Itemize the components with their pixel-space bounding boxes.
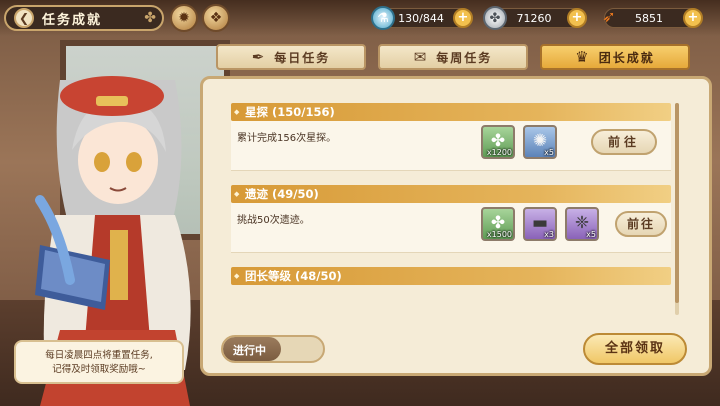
reward-count: x1200 [486, 148, 512, 157]
achievement-description: 挑战50次遗迹。 [237, 215, 310, 226]
add-carrots-button[interactable]: + [683, 8, 703, 28]
achievement-description: 累计完成156次星探。 [237, 133, 337, 144]
achievement-header-star-explore: 星探 (150/156) [231, 103, 671, 121]
page-title: 任务成就 [42, 12, 103, 28]
achievement-header-leader-level: 团长等级 (48/50) [231, 267, 671, 285]
carrot-icon: ➶ [602, 7, 616, 26]
tab-daily-tasks[interactable]: ✒ 每日任务 [216, 44, 366, 70]
tab-weekly-label: 每周任务 [436, 50, 493, 65]
coin-counter: ✤ 71260 + [483, 6, 587, 30]
tip-line-2: 记得及时领取奖励哦~ [52, 364, 146, 375]
achievement-row-ruins: 挑战50次遗迹。 ✤ x1500 ▬ x3 ❈ x5 前往 [231, 203, 671, 253]
add-coins-button[interactable]: + [567, 8, 587, 28]
reward-count: x3 [544, 230, 554, 239]
go-button[interactable]: 前往 [591, 129, 657, 155]
silver-coin-icon[interactable]: ✤ x1500 [481, 207, 515, 241]
title-plate: ❮ 任务成就 ✤ [4, 5, 164, 31]
reward-count: x5 [544, 148, 554, 157]
silver-clover-coin-icon: ✤ [483, 6, 507, 30]
scroll-icon: ✉ [413, 48, 429, 66]
back-arrow-icon[interactable]: ❮ [14, 8, 34, 28]
reward-count: x1500 [486, 230, 512, 239]
stone-tablet-icon[interactable]: ▬ x3 [523, 207, 557, 241]
top-bar: ❮ 任务成就 ✤ ✹ ❖ ⚗ 130/844 + ✤ 71260 + ➶ 585… [0, 0, 720, 36]
reward-count: x5 [586, 230, 596, 239]
scrollbar[interactable] [675, 103, 679, 315]
tab-leader-achievements[interactable]: ♛ 团长成就 [540, 44, 690, 70]
progress-filter-toggle[interactable]: 进行中 [221, 335, 325, 363]
tip-line-1: 每日凌晨四点将重置任务, [45, 350, 153, 361]
book-scroll-icon[interactable]: ❖ [202, 4, 230, 32]
achievement-header-ruins: 遗迹 (49/50) [231, 185, 671, 203]
trophy-cup-icon: ♛ [575, 48, 591, 66]
rainbow-crystal-icon[interactable]: ❈ x5 [565, 207, 599, 241]
carrot-counter: ➶ 5851 + [602, 7, 703, 28]
achievement-panel: 星探 (150/156) 累计完成156次星探。 ✤ x1200 ✺ x5 前往… [200, 76, 712, 376]
status-label: 进行中 [233, 344, 266, 357]
achievement-row-star-explore: 累计完成156次星探。 ✤ x1200 ✺ x5 前往 [231, 121, 671, 171]
compass-medal-icon[interactable]: ✹ [170, 4, 198, 32]
achievement-list[interactable]: 星探 (150/156) 累计完成156次星探。 ✤ x1200 ✺ x5 前往… [231, 103, 671, 315]
scrollbar-thumb[interactable] [675, 103, 679, 303]
tab-daily-label: 每日任务 [274, 50, 331, 65]
tab-achievements-label: 团长成就 [598, 50, 655, 65]
feather-quill-icon: ✒ [251, 48, 267, 66]
clover-icon: ✤ [144, 10, 156, 26]
tab-weekly-tasks[interactable]: ✉ 每周任务 [378, 44, 528, 70]
crystal-orb-icon[interactable]: ✺ x5 [523, 125, 557, 159]
silver-coin-icon[interactable]: ✤ x1200 [481, 125, 515, 159]
stamina-counter: ⚗ 130/844 + [371, 6, 473, 30]
claim-all-button[interactable]: 全部领取 [583, 333, 687, 365]
reset-tip-bubble: 每日凌晨四点将重置任务, 记得及时领取奖励哦~ [14, 340, 184, 384]
go-button[interactable]: 前往 [615, 211, 667, 237]
add-stamina-button[interactable]: + [453, 8, 473, 28]
